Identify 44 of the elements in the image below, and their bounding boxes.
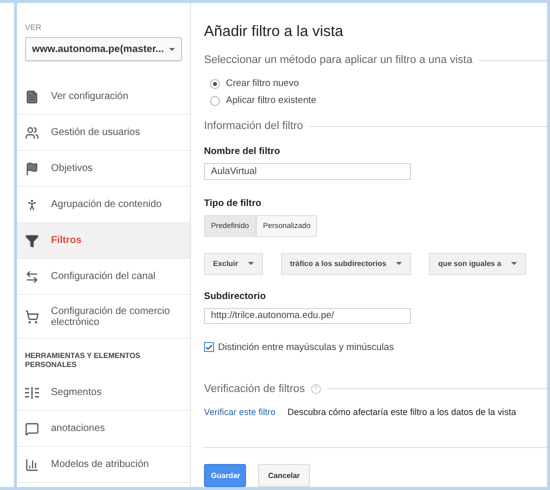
arrows-icon bbox=[25, 270, 39, 284]
segments-icon bbox=[25, 386, 39, 398]
people-icon bbox=[25, 126, 39, 140]
sidebar-item-label: Gestión de usuarios bbox=[51, 127, 140, 138]
sidebar-item-label: Configuración del canal bbox=[51, 271, 156, 282]
checkbox[interactable] bbox=[204, 342, 214, 352]
caret-icon bbox=[511, 262, 518, 266]
field-label: Subdirectorio bbox=[204, 290, 267, 302]
radio-label: Crear filtro nuevo bbox=[226, 78, 299, 89]
radio-label: Aplicar filtro existente bbox=[226, 95, 316, 106]
document-icon bbox=[25, 90, 39, 104]
input-field[interactable]: http://trilce.autonoma.edu.pe/ bbox=[204, 308, 411, 324]
page-title: Añadir filtro a la vista bbox=[204, 23, 344, 40]
section-legend: Verificación de filtros bbox=[204, 382, 305, 395]
checkbox-label: Distinción entre mayúsculas y minúsculas bbox=[218, 342, 394, 353]
flag-icon bbox=[25, 162, 39, 176]
radio-option[interactable]: Aplicar filtro existente bbox=[210, 95, 547, 106]
verify-description: Descubra cómo afectaría este filtro a los datos de la vista bbox=[288, 406, 516, 417]
field-label: Nombre del filtro bbox=[204, 146, 282, 158]
view-select[interactable]: www.autonoma.pe(master... bbox=[25, 37, 182, 61]
sidebar-item-label: Objetivos bbox=[51, 163, 93, 174]
caret-icon bbox=[169, 48, 175, 50]
sidebar-item-label: Filtros bbox=[51, 235, 82, 246]
cart-icon bbox=[25, 310, 39, 324]
sidebar-item-label: Configuración de comercio electrónico bbox=[51, 306, 171, 328]
radio-option[interactable]: Crear filtro nuevo bbox=[210, 78, 547, 89]
caret-icon bbox=[396, 262, 402, 266]
section-legend: Información del filtro bbox=[204, 120, 304, 132]
view-label: VER bbox=[25, 23, 42, 32]
sidebar-item-label: anotaciones bbox=[51, 423, 105, 434]
bar-chart-icon bbox=[25, 458, 39, 472]
sidebar-item-label: Ver configuración bbox=[51, 91, 128, 102]
person-icon bbox=[25, 198, 39, 212]
field-label: Tipo de filtro bbox=[204, 198, 262, 209]
filter-icon bbox=[25, 234, 39, 248]
caret-icon bbox=[248, 262, 254, 266]
sidebar-item-label: Agrupación de contenido bbox=[51, 199, 162, 210]
input-field[interactable]: AulaVirtual bbox=[204, 163, 411, 180]
verify-link[interactable]: Verificar este filtro bbox=[204, 406, 276, 417]
section-legend: Seleccionar un método para aplicar un filtro a una vista bbox=[204, 54, 472, 66]
sidebar-item-label: Segmentos bbox=[51, 387, 102, 398]
comment-icon bbox=[25, 422, 39, 436]
sidebar-item[interactable]: Filtros bbox=[17, 223, 190, 259]
sidebar-item-label: Modelos de atribución bbox=[51, 459, 149, 470]
